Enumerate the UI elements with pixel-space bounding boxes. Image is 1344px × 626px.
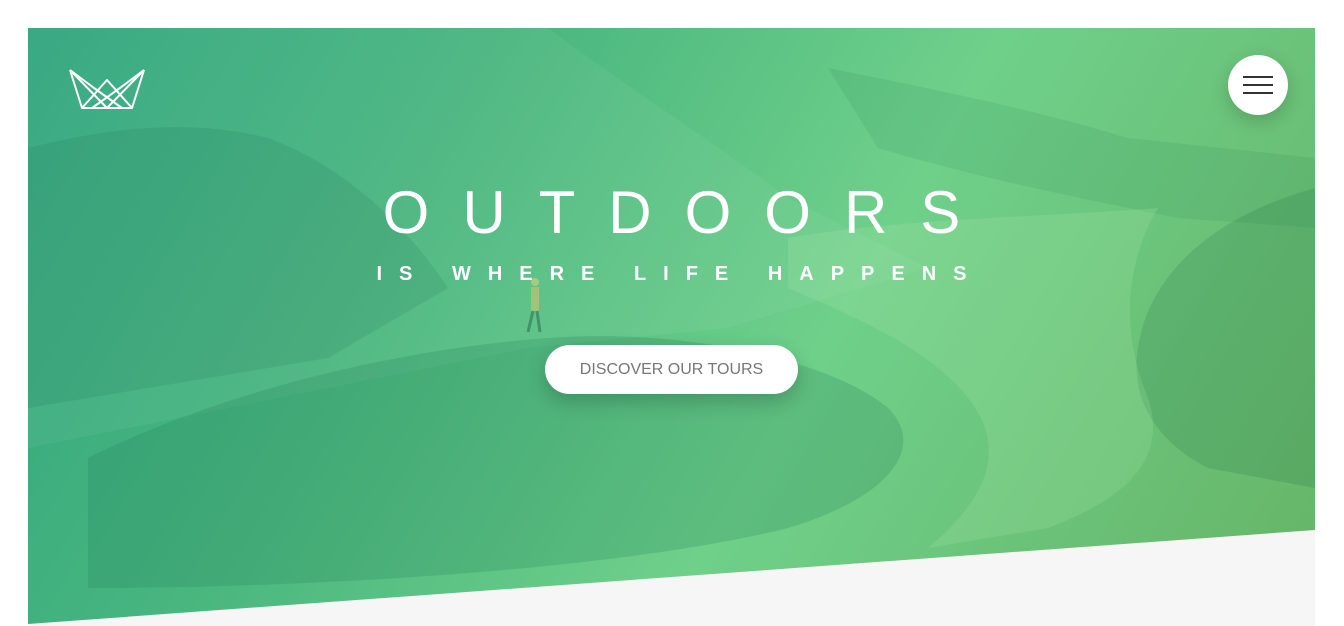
crown-logo-icon[interactable] <box>68 68 146 110</box>
discover-tours-button[interactable]: DISCOVER OUR TOURS <box>545 345 798 394</box>
hero-subtitle: IS WHERE LIFE HAPPENS <box>376 263 984 285</box>
hero-background-image <box>28 28 1315 588</box>
hero-section: OUTDOORS IS WHERE LIFE HAPPENS DISCOVER … <box>28 28 1315 624</box>
hamburger-menu-icon <box>1243 76 1273 78</box>
hero-title: OUTDOORS <box>382 179 994 246</box>
page-frame: OUTDOORS IS WHERE LIFE HAPPENS DISCOVER … <box>28 28 1315 626</box>
menu-button[interactable] <box>1228 55 1288 115</box>
crown-icon <box>69 69 145 109</box>
